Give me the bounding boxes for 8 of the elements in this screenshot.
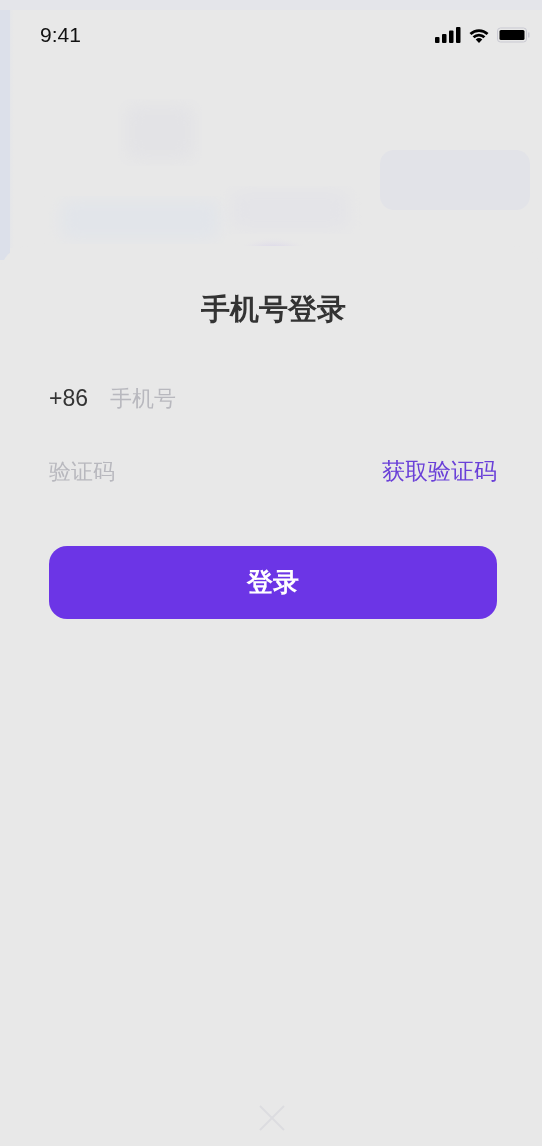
signal-icon — [435, 27, 461, 43]
wifi-icon — [468, 27, 490, 43]
get-code-link[interactable]: 获取验证码 — [382, 455, 497, 487]
battery-icon — [497, 27, 530, 43]
status-time: 9:41 — [40, 23, 81, 47]
login-button[interactable]: 登录 — [49, 546, 497, 619]
country-code: +86 — [49, 384, 88, 412]
sheet-title: 手机号登录 — [199, 291, 347, 328]
